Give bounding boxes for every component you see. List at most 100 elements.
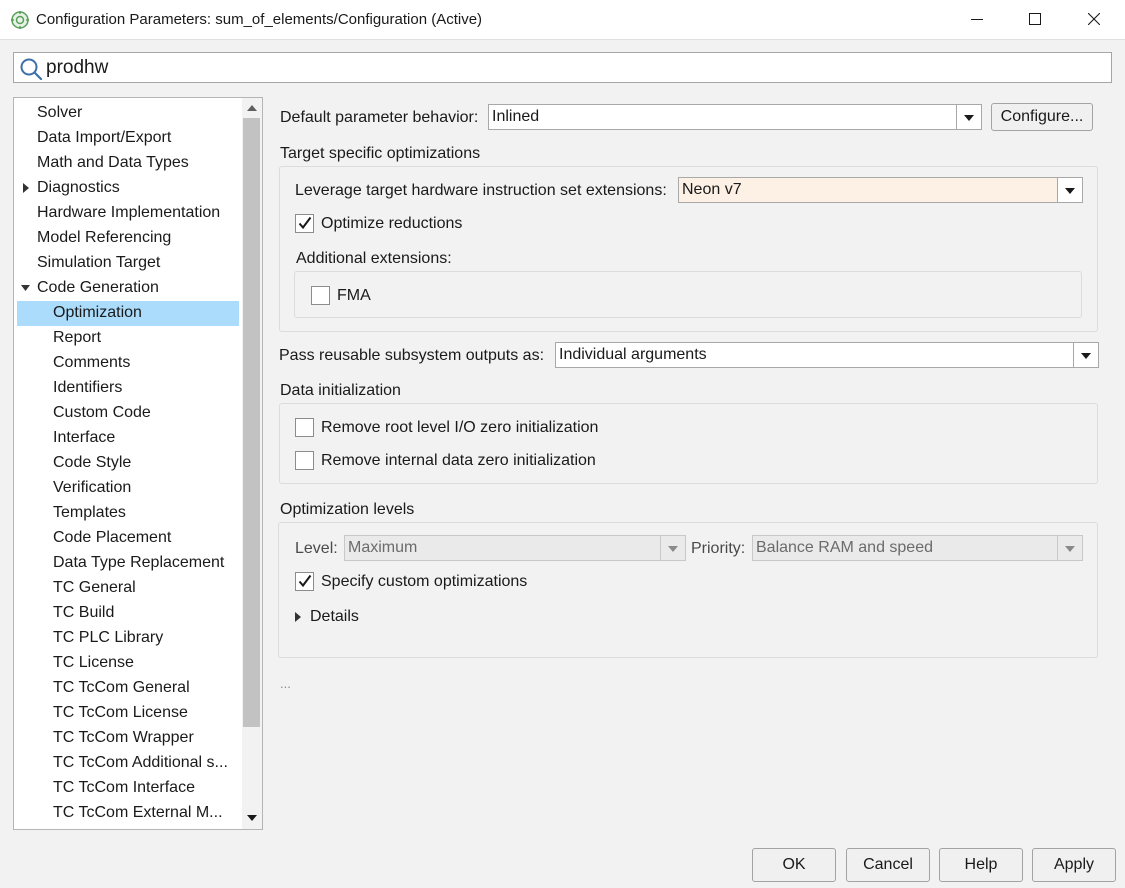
tree-item[interactable]: TC PLC Library <box>17 626 239 651</box>
tree-item-label: TC TcCom License <box>53 704 188 721</box>
tree-item-label: TC License <box>53 654 134 671</box>
tree-item[interactable]: Report <box>17 326 239 351</box>
close-button[interactable] <box>1065 0 1123 38</box>
tree-item-label: Custom Code <box>53 404 151 421</box>
tree-item[interactable]: TC TcCom Interface <box>17 776 239 801</box>
tree-scrollbar[interactable] <box>242 98 262 829</box>
search-box[interactable] <box>13 52 1112 83</box>
tree-item[interactable]: TC Build <box>17 601 239 626</box>
tree-item-label: Code Placement <box>53 529 172 546</box>
cancel-button[interactable]: Cancel <box>846 848 930 882</box>
help-button[interactable]: Help <box>939 848 1023 882</box>
tree-item[interactable]: TC TcCom Additional s... <box>17 751 239 776</box>
pass-reusable-value: Individual arguments <box>559 346 707 363</box>
data-init-title: Data initialization <box>280 382 401 399</box>
tree-item[interactable]: Code Generation <box>17 276 239 301</box>
search-input[interactable] <box>46 54 1096 81</box>
tree-item-label: TC TcCom General <box>53 679 190 696</box>
tree-item[interactable]: TC TcCom License <box>17 701 239 726</box>
window-title: Configuration Parameters: sum_of_element… <box>36 11 483 28</box>
apply-button[interactable]: Apply <box>1032 848 1116 882</box>
title-bar: Configuration Parameters: sum_of_element… <box>0 0 1125 40</box>
chevron-down-icon <box>1057 178 1082 202</box>
tree-item[interactable]: Hardware Implementation <box>17 201 239 226</box>
tree-item[interactable]: Data Type Replacement <box>17 551 239 576</box>
default-param-dropdown[interactable]: Inlined <box>488 104 982 130</box>
chevron-down-icon <box>956 105 981 129</box>
additional-extensions-title: Additional extensions: <box>296 250 452 267</box>
leverage-value: Neon v7 <box>682 181 742 198</box>
additional-extensions-group <box>294 271 1082 318</box>
tree-item[interactable]: Simulation Target <box>17 251 239 276</box>
leverage-dropdown[interactable]: Neon v7 <box>678 177 1083 203</box>
remove-internal-checkbox[interactable] <box>295 451 314 470</box>
tree-item[interactable]: Model Referencing <box>17 226 239 251</box>
tree-item[interactable]: Comments <box>17 351 239 376</box>
minimize-button[interactable] <box>948 0 1006 38</box>
more-ellipsis: ... <box>280 676 291 691</box>
custom-opt-checkbox[interactable] <box>295 572 314 591</box>
minimize-icon <box>971 19 983 20</box>
priority-dropdown[interactable]: Balance RAM and speed <box>752 535 1083 561</box>
tree-item-label: TC PLC Library <box>53 629 164 646</box>
tree-item-label: Identifiers <box>53 379 123 396</box>
tree-item[interactable]: Interface <box>17 426 239 451</box>
tree-item-label: Interface <box>53 429 116 446</box>
priority-value: Balance RAM and speed <box>756 539 933 556</box>
tree-item[interactable]: TC General <box>17 576 239 601</box>
pass-reusable-dropdown[interactable]: Individual arguments <box>555 342 1099 368</box>
details-toggle[interactable]: Details <box>294 608 374 628</box>
tree-item-label: Model Referencing <box>37 229 172 246</box>
pass-reusable-label: Pass reusable subsystem outputs as: <box>279 347 545 364</box>
tree-item[interactable]: Custom Code <box>17 401 239 426</box>
tree-item[interactable]: Data Import/Export <box>17 126 239 151</box>
tree-item[interactable]: TC TcCom Wrapper <box>17 726 239 751</box>
details-label: Details <box>310 608 359 625</box>
level-dropdown[interactable]: Maximum <box>344 535 686 561</box>
level-label: Level: <box>295 540 338 557</box>
tree-item-label: Code Generation <box>37 279 159 296</box>
category-tree[interactable]: Solver Data Import/Export Math and Data Ty… <box>13 97 263 830</box>
tree-item[interactable]: TC TcCom General <box>17 676 239 701</box>
tree-item-label: TC TcCom Additional s... <box>53 754 228 771</box>
chevron-down-icon <box>1073 343 1098 367</box>
remove-internal-label: Remove internal data zero initialization <box>321 452 596 469</box>
tree-item[interactable]: Code Placement <box>17 526 239 551</box>
tree-item[interactable]: Templates <box>17 501 239 526</box>
tree-item[interactable]: Diagnostics <box>17 176 239 201</box>
tree-item-label: Code Style <box>53 454 132 471</box>
tree-item[interactable]: Solver <box>17 101 239 126</box>
tree-item[interactable]: Math and Data Types <box>17 151 239 176</box>
priority-label: Priority: <box>691 540 746 557</box>
chevron-right-icon[interactable] <box>21 176 31 200</box>
fma-label: FMA <box>337 287 371 304</box>
tree-item-label: TC TcCom Wrapper <box>53 729 194 746</box>
scroll-thumb[interactable] <box>243 118 260 727</box>
configure-button[interactable]: Configure... <box>991 103 1093 131</box>
maximize-icon <box>1029 13 1041 25</box>
search-icon <box>20 58 43 81</box>
tree-item[interactable]: Identifiers <box>17 376 239 401</box>
tree-item-label: TC TcCom External M... <box>53 804 223 821</box>
tree-item[interactable]: Code Style <box>17 451 239 476</box>
chevron-down-icon[interactable] <box>21 276 31 300</box>
tree-item[interactable]: Verification <box>17 476 239 501</box>
tree-item[interactable]: TC TcCom External M... <box>17 801 239 826</box>
maximize-button[interactable] <box>1006 0 1064 38</box>
tree-item-label: Data Type Replacement <box>53 554 225 571</box>
scroll-up-icon[interactable] <box>247 104 257 112</box>
ok-button[interactable]: OK <box>752 848 836 882</box>
tree-item-label: TC TcCom Interface <box>53 779 195 796</box>
optimize-reductions-checkbox[interactable] <box>295 214 314 233</box>
tree-item-label: Math and Data Types <box>37 154 189 171</box>
fma-checkbox[interactable] <box>311 286 330 305</box>
tree-item-label: TC Build <box>53 604 115 621</box>
checkmark-icon <box>298 216 312 230</box>
scroll-down-icon[interactable] <box>247 814 257 822</box>
tree-item[interactable]: Optimization <box>17 301 239 326</box>
tree-item[interactable]: TC License <box>17 651 239 676</box>
chevron-down-icon <box>660 536 685 560</box>
tree-item-label: TC General <box>53 579 136 596</box>
app-icon <box>11 11 29 29</box>
remove-root-checkbox[interactable] <box>295 418 314 437</box>
